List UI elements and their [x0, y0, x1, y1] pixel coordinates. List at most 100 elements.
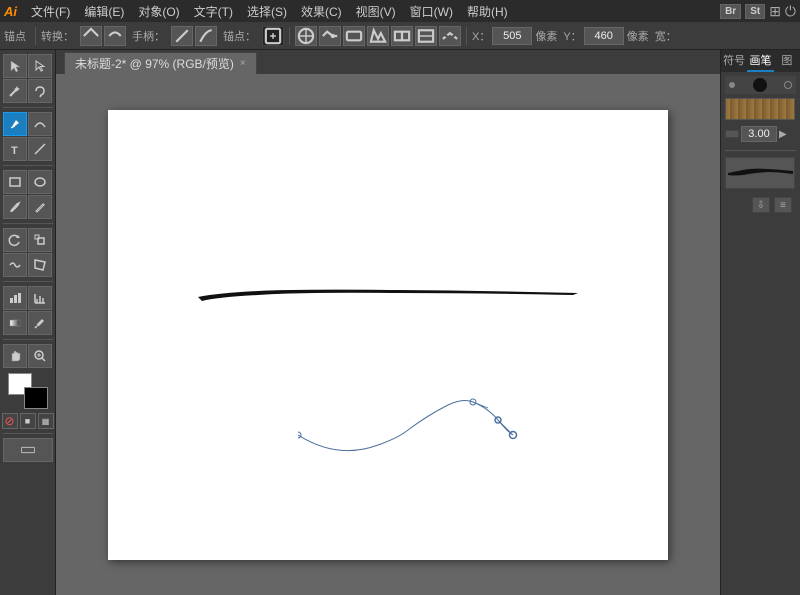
toolbar-handle-btn1[interactable]: [171, 26, 193, 46]
canvas-area: 未标题-2* @ 97% (RGB/预览) ×: [56, 50, 720, 595]
hand-tool[interactable]: [3, 344, 27, 368]
rectangle-tool[interactable]: [3, 170, 27, 194]
toolbar-anchor-btn[interactable]: [262, 26, 284, 46]
panel-tab-brushes[interactable]: 画笔: [747, 50, 773, 72]
panel-tab-more[interactable]: 图: [774, 50, 800, 72]
toolbar-anchor2-label: 锚点：: [223, 28, 256, 44]
screen-mode-tool[interactable]: [3, 438, 53, 462]
brush-dot-medium[interactable]: [784, 81, 792, 89]
artboard[interactable]: [108, 110, 668, 560]
y-unit: 像素: [627, 28, 649, 44]
toolbar-tool-c[interactable]: [343, 26, 365, 46]
selection-tool[interactable]: [3, 54, 27, 78]
column-graph-tool[interactable]: [28, 286, 52, 310]
toolbar-convert-btn1[interactable]: [80, 26, 102, 46]
menu-file[interactable]: 文件(F): [25, 2, 76, 21]
color-fill-icon[interactable]: ■: [20, 413, 36, 429]
grid-icon[interactable]: ⊞: [769, 3, 781, 20]
warp-tool[interactable]: [3, 253, 27, 277]
tool-divider-6: [3, 433, 53, 434]
menu-help[interactable]: 帮助(H): [461, 2, 514, 21]
lasso-tool[interactable]: [28, 79, 52, 103]
tool-row-graph: [3, 286, 52, 310]
ellipse-tool[interactable]: [28, 170, 52, 194]
zoom-tool[interactable]: [28, 344, 52, 368]
y-coordinate-group: Y： 像素: [563, 27, 648, 45]
panel-tab-symbols[interactable]: 符号: [721, 50, 747, 72]
document-tab[interactable]: 未标题-2* @ 97% (RGB/预览) ×: [64, 52, 257, 74]
eyedropper-tool[interactable]: [28, 311, 52, 335]
toolbar-tool-a[interactable]: [295, 26, 317, 46]
menu-text[interactable]: 文字(T): [188, 2, 239, 21]
menu-edit[interactable]: 编辑(E): [78, 2, 130, 21]
panel-tabs: 符号 画笔 图: [721, 50, 800, 72]
toolbar-sep2: [289, 27, 290, 45]
stroke-box[interactable]: [24, 387, 48, 409]
curvature-tool[interactable]: [28, 112, 52, 136]
tool-row-screen: [3, 438, 53, 462]
tab-label: 未标题-2* @ 97% (RGB/预览): [75, 55, 234, 72]
br-icon[interactable]: Br: [720, 4, 741, 19]
tool-row-pen: [3, 112, 52, 136]
tool-divider-4: [3, 281, 53, 282]
x-input[interactable]: [492, 27, 532, 45]
brush-preview-large: [725, 157, 795, 189]
pencil-tool[interactable]: [28, 195, 52, 219]
tool-row-text: T: [3, 137, 52, 161]
toolbox: T: [0, 50, 56, 595]
gradient-fill-icon[interactable]: ▦: [38, 413, 54, 429]
toolbar-handle-btn2[interactable]: [195, 26, 217, 46]
st-icon[interactable]: St: [745, 4, 765, 19]
power-icon[interactable]: ⏻: [785, 3, 796, 20]
toolbar-tool-f[interactable]: [415, 26, 437, 46]
brush-texture: [726, 99, 794, 119]
toolbar-tool-d[interactable]: [367, 26, 389, 46]
panel-bottom-icons: ⇩ ≡: [725, 193, 796, 217]
toolbar-tool-b[interactable]: [319, 26, 341, 46]
brush-stroke: [198, 275, 578, 328]
panel-menu-icon[interactable]: ≡: [774, 197, 792, 213]
brush-dot-large[interactable]: [753, 78, 767, 92]
brush-size-expand[interactable]: ▶: [779, 129, 787, 140]
rotate-tool[interactable]: [3, 228, 27, 252]
menu-view[interactable]: 视图(V): [350, 2, 402, 21]
toolbar: 锚点 转换： 手柄： 锚点： X： 像素: [0, 22, 800, 50]
tool-divider-5: [3, 339, 53, 340]
toolbar-tool-e[interactable]: [391, 26, 413, 46]
direct-selection-tool[interactable]: [28, 54, 52, 78]
type-tool[interactable]: T: [3, 137, 27, 161]
magic-wand-tool[interactable]: [3, 79, 27, 103]
line-tool[interactable]: [28, 137, 52, 161]
canvas-wrapper[interactable]: [56, 74, 720, 595]
free-transform-tool[interactable]: [28, 253, 52, 277]
color-mode-icons: ⊘ ■ ▦: [2, 413, 54, 429]
no-fill-icon[interactable]: ⊘: [2, 413, 18, 429]
brush-size-row: ▶: [725, 124, 796, 144]
tool-row-shape: [3, 170, 52, 194]
tab-close-btn[interactable]: ×: [240, 58, 246, 69]
menu-object[interactable]: 对象(O): [132, 2, 185, 21]
pen-tool[interactable]: [3, 112, 27, 136]
gradient-tool[interactable]: [3, 311, 27, 335]
menu-select[interactable]: 选择(S): [241, 2, 293, 21]
y-input[interactable]: [584, 27, 624, 45]
menu-effect[interactable]: 效果(C): [295, 2, 348, 21]
x-coordinate-group: X： 像素: [472, 27, 557, 45]
paintbrush-tool[interactable]: [3, 195, 27, 219]
scale-tool[interactable]: [28, 228, 52, 252]
panel-libraries-icon[interactable]: ⇩: [752, 197, 770, 213]
pen-path: [298, 380, 528, 473]
toolbar-tool-g[interactable]: [439, 26, 461, 46]
brush-dot-small[interactable]: [729, 82, 735, 88]
graph-tool[interactable]: [3, 286, 27, 310]
brush-thumbnail[interactable]: [725, 98, 795, 120]
toolbar-convert-label: 转换：: [41, 28, 74, 44]
toolbar-convert-btn2[interactable]: [104, 26, 126, 46]
brush-size-input[interactable]: [741, 126, 777, 142]
tool-divider-1: [3, 107, 53, 108]
toolbar-anchor-label: 锚点: [4, 28, 26, 44]
brush-dots-row: [725, 76, 796, 94]
svg-text:T: T: [11, 145, 18, 156]
menu-window[interactable]: 窗口(W): [404, 2, 459, 21]
brush-panel: ▶ ⇩ ≡: [721, 72, 800, 595]
